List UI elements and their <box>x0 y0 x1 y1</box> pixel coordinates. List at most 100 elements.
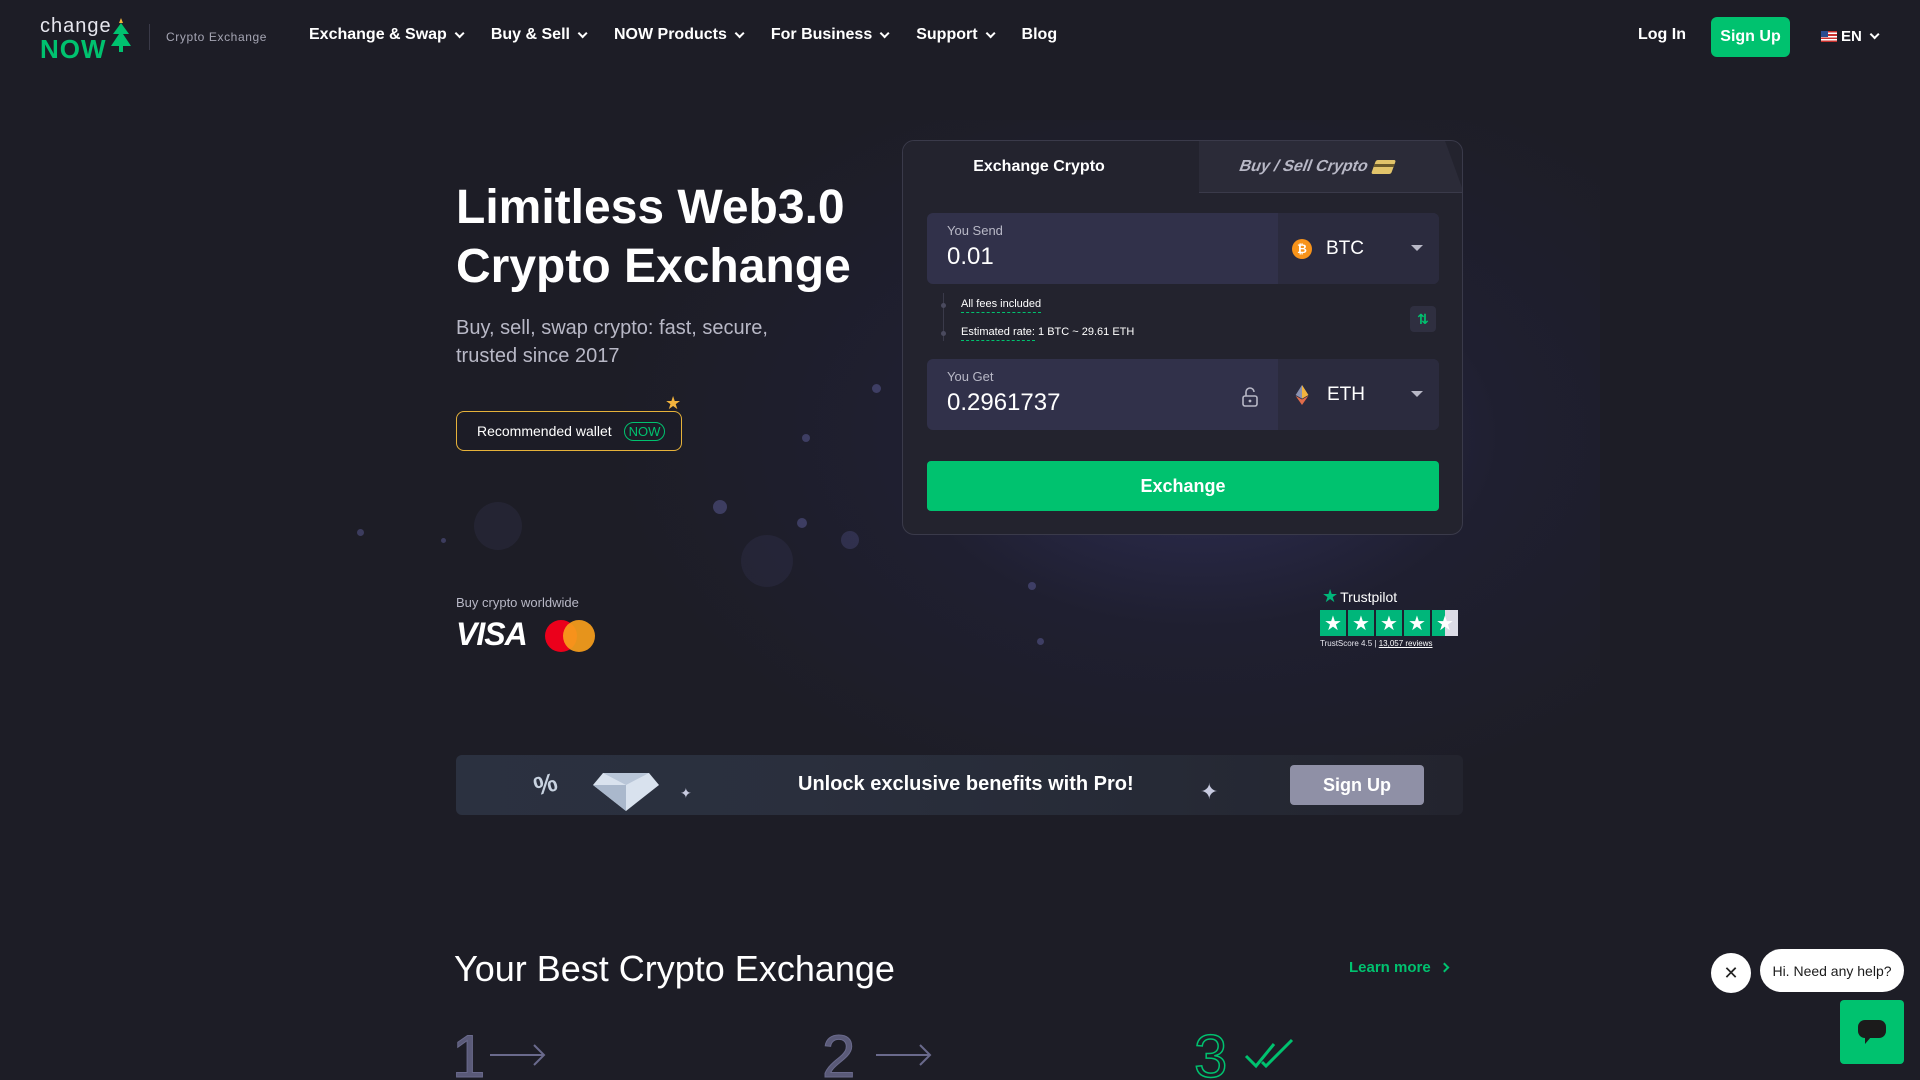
chevron-right-icon <box>1439 962 1450 973</box>
nav-label: Support <box>916 26 978 43</box>
promo-signup-button[interactable]: Sign Up <box>1290 765 1424 805</box>
unlock-icon[interactable] <box>1241 387 1259 407</box>
hero-title-line2: Crypto Exchange <box>456 240 851 293</box>
rate-label[interactable]: Estimated rate: <box>961 326 1035 341</box>
trustpilot-star-icon: ★ <box>1322 586 1339 606</box>
fees-included-label[interactable]: All fees included <box>961 298 1042 313</box>
decor-coin <box>474 502 522 550</box>
get-label: You Get <box>947 369 994 384</box>
timeline-dot <box>941 303 946 308</box>
exchange-widget: Buy / Sell Crypto Exchange Crypto You Se… <box>902 140 1463 535</box>
arrow-right-icon <box>876 1044 932 1066</box>
nav-label: Buy & Sell <box>490 26 570 43</box>
chevron-down-icon <box>734 27 745 38</box>
top-header: change NOW Crypto Exchange Exchange & Sw… <box>0 0 1920 76</box>
decor-dot <box>1028 582 1036 590</box>
send-currency-select[interactable]: ₿ BTC <box>1278 213 1439 284</box>
nav-blog[interactable]: Blog <box>1022 26 1058 44</box>
star-icon: ★ <box>1320 610 1346 636</box>
decor-dot <box>713 500 727 514</box>
nav-exchange-swap[interactable]: Exchange & Swap <box>309 26 465 44</box>
send-field[interactable]: You Send 0.01 ₿ BTC <box>927 213 1439 284</box>
login-link[interactable]: Log In <box>1638 26 1686 44</box>
sparkle-icon: ✦ <box>1200 779 1219 804</box>
hero-title: Limitless Web3.0 Crypto Exchange <box>456 178 851 296</box>
signup-button[interactable]: Sign Up <box>1711 17 1790 57</box>
widget-tabs: Buy / Sell Crypto Exchange Crypto <box>903 141 1462 193</box>
main-nav: Exchange & Swap Buy & Sell NOW Products … <box>309 26 1087 44</box>
diamond-icon <box>593 773 659 811</box>
swap-currencies-button[interactable]: ⇅ <box>1410 306 1436 332</box>
learn-more-label: Learn more <box>1349 959 1431 976</box>
get-currency-label: ETH <box>1327 383 1365 405</box>
step-number-3: 3 <box>1193 1022 1228 1080</box>
trustpilot-name: Trustpilot <box>1340 588 1398 605</box>
decor-dot <box>1037 638 1044 645</box>
chat-close-button[interactable]: ✕ <box>1711 953 1751 993</box>
trustpilot-rating-stars: ★ ★ ★ ★ ★ <box>1320 610 1460 636</box>
tab-exchange-label: Exchange Crypto <box>973 158 1105 175</box>
send-currency-label: BTC <box>1326 237 1364 259</box>
trustpilot-widget[interactable]: ★ Trustpilot ★ ★ ★ ★ ★ TrustScore 4.5 | 1… <box>1320 586 1460 648</box>
visa-logo: VISA <box>456 616 528 652</box>
chevron-down-icon <box>577 27 588 38</box>
double-check-icon <box>1244 1038 1294 1069</box>
chat-greeting-bubble[interactable]: Hi. Need any help? <box>1760 949 1904 992</box>
sparkle-stars-icon: ★ <box>665 393 682 413</box>
nav-now-products[interactable]: NOW Products <box>614 26 745 44</box>
language-selector[interactable]: EN <box>1821 28 1880 45</box>
chevron-down-icon <box>879 27 890 38</box>
send-amount-input[interactable]: 0.01 <box>947 243 994 271</box>
caret-down-icon <box>1411 391 1423 397</box>
us-flag-icon <box>1821 31 1837 42</box>
nav-label: Exchange & Swap <box>309 26 447 43</box>
get-amount-input[interactable]: 0.2961737 <box>947 389 1060 417</box>
trustpilot-brand: ★ Trustpilot <box>1322 586 1460 607</box>
nav-buy-sell[interactable]: Buy & Sell <box>490 26 588 44</box>
reviews-link[interactable]: 13,057 reviews <box>1379 639 1433 648</box>
tab-buy-sell[interactable]: Buy / Sell Crypto <box>1168 141 1462 193</box>
arrow-right-icon <box>490 1044 546 1066</box>
best-exchange-title: Your Best Crypto Exchange <box>454 948 895 989</box>
tab-exchange-crypto[interactable]: Exchange Crypto <box>903 141 1199 193</box>
ethereum-icon <box>1295 384 1309 405</box>
step-number-2: 2 <box>821 1023 856 1080</box>
percent-icon: % <box>530 766 561 802</box>
chat-open-button[interactable] <box>1840 1000 1904 1064</box>
decor-dot <box>872 384 881 393</box>
rate-value: 1 BTC ~ 29.61 ETH <box>1038 326 1135 338</box>
send-label: You Send <box>947 223 1003 238</box>
decor-dot <box>841 531 859 549</box>
decor-dot <box>357 529 364 536</box>
chat-icon <box>1858 1020 1886 1044</box>
star-icon: ★ <box>1404 610 1430 636</box>
trustpilot-score: TrustScore 4.5 | 13,057 reviews <box>1320 639 1433 648</box>
changenow-logo[interactable]: change NOW <box>40 16 132 62</box>
chevron-down-icon <box>454 27 465 38</box>
nav-label: For Business <box>770 26 873 43</box>
nav-for-business[interactable]: For Business <box>770 26 890 44</box>
step-number-1: 1 <box>451 1023 486 1080</box>
logo-subtitle: Crypto Exchange <box>166 30 268 44</box>
hero-title-line1: Limitless Web3.0 <box>456 181 845 234</box>
get-field[interactable]: You Get 0.2961737 ETH <box>927 359 1439 430</box>
star-icon: ★ <box>1376 610 1402 636</box>
language-label: EN <box>1841 28 1862 45</box>
credit-card-icon <box>1370 159 1396 174</box>
decor-coin <box>741 535 793 587</box>
get-currency-select[interactable]: ETH <box>1278 359 1439 430</box>
exchange-button[interactable]: Exchange <box>927 461 1439 511</box>
chevron-down-icon <box>1869 29 1880 40</box>
nav-label: Blog <box>1021 26 1058 43</box>
now-wallet-badge: NOW <box>623 421 666 441</box>
decor-dot <box>802 434 810 442</box>
recommended-wallet-button[interactable]: Recommended wallet NOW <box>456 411 682 451</box>
nav-support[interactable]: Support <box>916 26 996 44</box>
decor-dot <box>797 518 807 528</box>
hero-subtitle: Buy, sell, swap crypto: fast, secure, tr… <box>456 317 768 367</box>
bitcoin-icon: ₿ <box>1292 238 1312 259</box>
learn-more-link[interactable]: Learn more <box>1349 959 1450 976</box>
sparkle-icon: ✦ <box>680 785 692 801</box>
mastercard-logo <box>545 620 597 652</box>
chevron-down-icon <box>985 27 996 38</box>
